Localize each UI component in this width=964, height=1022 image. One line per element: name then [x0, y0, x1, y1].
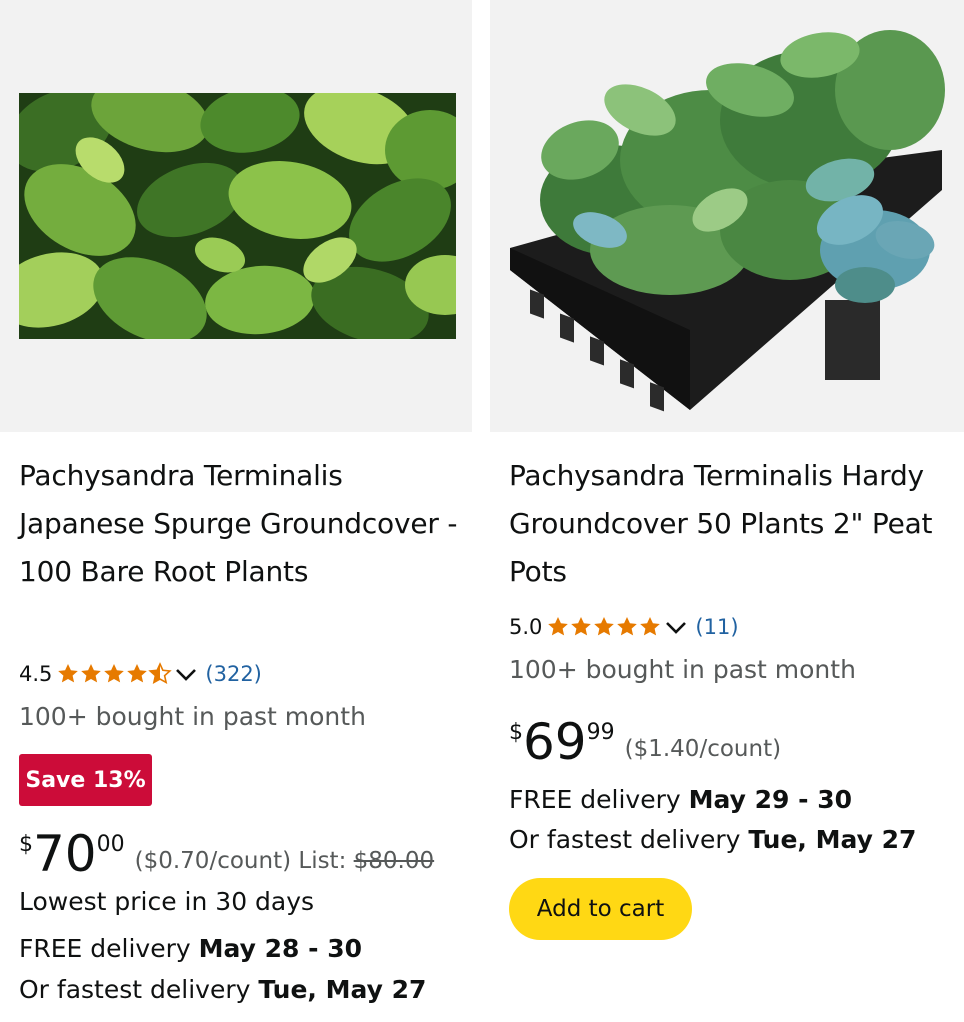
rating-value: 5.0 [509, 615, 543, 639]
save-badge: Save 13% [19, 754, 152, 806]
product-card[interactable]: Pachysandra Terminalis Japanese Spurge G… [0, 0, 472, 1022]
unit-price-value: ($0.70/count) [134, 848, 292, 874]
unit-price: ($0.70/count) List: $80.00 [135, 848, 435, 874]
chevron-down-icon[interactable] [173, 662, 199, 686]
star-full-icon [104, 664, 125, 683]
delivery-label: FREE delivery [509, 785, 681, 814]
rating-value: 4.5 [19, 662, 53, 686]
fastest-delivery-date: Tue, May 27 [748, 825, 917, 854]
review-count-link[interactable]: (11) [695, 615, 738, 639]
star-full-icon [617, 617, 638, 636]
delivery-dates: May 29 - 30 [688, 785, 852, 814]
delivery-info: FREE delivery May 28 - 30 [19, 934, 362, 963]
product-image-area[interactable] [0, 0, 472, 432]
star-full-icon [640, 617, 661, 636]
list-price: $80.00 [353, 848, 435, 874]
add-to-cart-button[interactable]: Add to cart [509, 878, 692, 940]
fastest-delivery-label: Or fastest delivery [19, 975, 251, 1004]
list-price-label: List: [298, 848, 347, 874]
fastest-delivery-info: Or fastest delivery Tue, May 27 [509, 825, 916, 854]
star-full-icon [58, 664, 79, 683]
lowest-price-note: Lowest price in 30 days [19, 887, 315, 916]
price-symbol: $ [19, 832, 33, 857]
product-image[interactable] [0, 0, 472, 432]
price-whole: 70 [33, 825, 97, 883]
price-fraction: 00 [96, 832, 125, 857]
price-row[interactable]: $ 69 99 ($1.40/count) [509, 714, 781, 770]
star-full-icon [594, 617, 615, 636]
product-title[interactable]: Pachysandra Terminalis Japanese Spurge G… [19, 452, 459, 596]
delivery-info: FREE delivery May 29 - 30 [509, 785, 852, 814]
star-full-icon [81, 664, 102, 683]
unit-price: ($1.40/count) [624, 736, 782, 762]
price-fraction: 99 [586, 720, 615, 745]
fastest-delivery-label: Or fastest delivery [509, 825, 741, 854]
rating-row[interactable]: 4.5 (322) [19, 659, 262, 689]
star-full-icon [127, 664, 148, 683]
review-count-link[interactable]: (322) [205, 662, 261, 686]
fastest-delivery-info: Or fastest delivery Tue, May 27 [19, 975, 426, 1004]
delivery-label: FREE delivery [19, 934, 191, 963]
fastest-delivery-date: Tue, May 27 [258, 975, 427, 1004]
star-rating[interactable] [546, 615, 661, 639]
bought-past-month: 100+ bought in past month [19, 702, 366, 731]
chevron-down-icon[interactable] [663, 615, 689, 639]
price-symbol: $ [509, 720, 523, 745]
product-card[interactable]: Pachysandra Terminalis Hardy Groundcover… [490, 0, 964, 1022]
rating-row[interactable]: 5.0 (11) [509, 612, 739, 642]
price-row[interactable]: $ 70 00 ($0.70/count) List: $80.00 [19, 826, 434, 882]
star-full-icon [571, 617, 592, 636]
product-image-area[interactable] [490, 0, 964, 432]
product-title[interactable]: Pachysandra Terminalis Hardy Groundcover… [509, 452, 959, 596]
star-rating[interactable] [56, 662, 173, 686]
star-full-icon [548, 617, 569, 636]
product-image[interactable] [490, 0, 964, 432]
delivery-dates: May 28 - 30 [198, 934, 362, 963]
bought-past-month: 100+ bought in past month [509, 655, 856, 684]
star-half-icon [148, 662, 173, 684]
price-whole: 69 [523, 713, 587, 771]
